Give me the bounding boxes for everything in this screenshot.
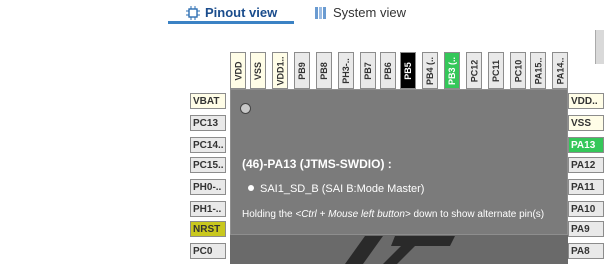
tooltip-hint: Holding the <Ctrl + Mouse left button> d…: [242, 209, 544, 220]
pin-top-pb9[interactable]: PB9: [294, 52, 310, 89]
tooltip-mode: SAI1_SD_B (SAI B:Mode Master): [260, 183, 425, 195]
pin-top-pa15[interactable]: PA15..: [530, 52, 546, 89]
pin-left-pc14[interactable]: PC14..: [190, 137, 226, 153]
tab-pinout-label: Pinout view: [205, 5, 278, 20]
pin-top-pb6[interactable]: PB6: [380, 52, 396, 89]
chip-icon: [186, 5, 200, 20]
view-tabs: Pinout view System view: [0, 0, 604, 26]
pin-top-pb5[interactable]: PB5: [400, 52, 416, 89]
pin-right-pa9[interactable]: PA9: [568, 221, 604, 237]
pin-top-pc10[interactable]: PC10: [510, 52, 526, 89]
pin-right-pa8[interactable]: PA8: [568, 243, 604, 259]
pin-left-vbat[interactable]: VBAT: [190, 93, 226, 109]
hint-prefix: Holding the: [242, 209, 296, 220]
pin-left-pc0[interactable]: PC0: [190, 243, 226, 259]
pin-right-pa11[interactable]: PA11: [568, 179, 604, 195]
active-tab-indicator: [168, 21, 294, 24]
pin-top-pc12[interactable]: PC12: [466, 52, 482, 89]
pin-top-pa14[interactable]: PA14..: [552, 52, 568, 89]
pin-right-vss[interactable]: VSS: [568, 115, 604, 131]
pin-left-ph0[interactable]: PH0-..: [190, 179, 226, 195]
st-logo-icon: [345, 236, 455, 264]
pin-left-pc15[interactable]: PC15..: [190, 157, 226, 173]
pin-left-pc13[interactable]: PC13: [190, 115, 226, 131]
pin-right-pa12[interactable]: PA12: [568, 157, 604, 173]
pin-top-vdd1[interactable]: VDD1..: [272, 52, 288, 89]
pin-top-pb7[interactable]: PB7: [360, 52, 376, 89]
pin-top-pc11[interactable]: PC11: [488, 52, 504, 89]
tooltip-title: (46)-PA13 (JTMS-SWDIO) :: [242, 157, 392, 171]
pin-top-pb8[interactable]: PB8: [316, 52, 332, 89]
pin-right-vdd[interactable]: VDD..: [568, 93, 604, 109]
pin1-marker-icon: [240, 103, 251, 114]
pin-right-pa13[interactable]: PA13: [568, 137, 604, 153]
tab-system-view[interactable]: System view: [314, 3, 406, 22]
pin-left-ph1[interactable]: PH1-..: [190, 201, 226, 217]
hint-key: <Ctrl + Mouse left button>: [295, 209, 411, 220]
pin-top-vss[interactable]: VSS: [250, 52, 266, 89]
pin-top-vdd[interactable]: VDD: [230, 52, 246, 89]
tab-system-label: System view: [333, 5, 406, 20]
system-grid-icon: [314, 6, 328, 20]
pin-right-pa10[interactable]: PA10: [568, 201, 604, 217]
pin-top-pb4[interactable]: PB4 (..: [422, 52, 438, 89]
pin-top-ph3[interactable]: PH3-..: [338, 52, 354, 89]
bullet-icon: [248, 185, 254, 191]
tab-pinout-view[interactable]: Pinout view: [186, 3, 277, 22]
hint-suffix: down to show alternate pin(s): [410, 209, 545, 220]
pin-top-pb3[interactable]: PB3 (..: [444, 52, 460, 89]
scrollbar[interactable]: [595, 30, 604, 64]
pin-left-nrst[interactable]: NRST: [190, 221, 226, 237]
